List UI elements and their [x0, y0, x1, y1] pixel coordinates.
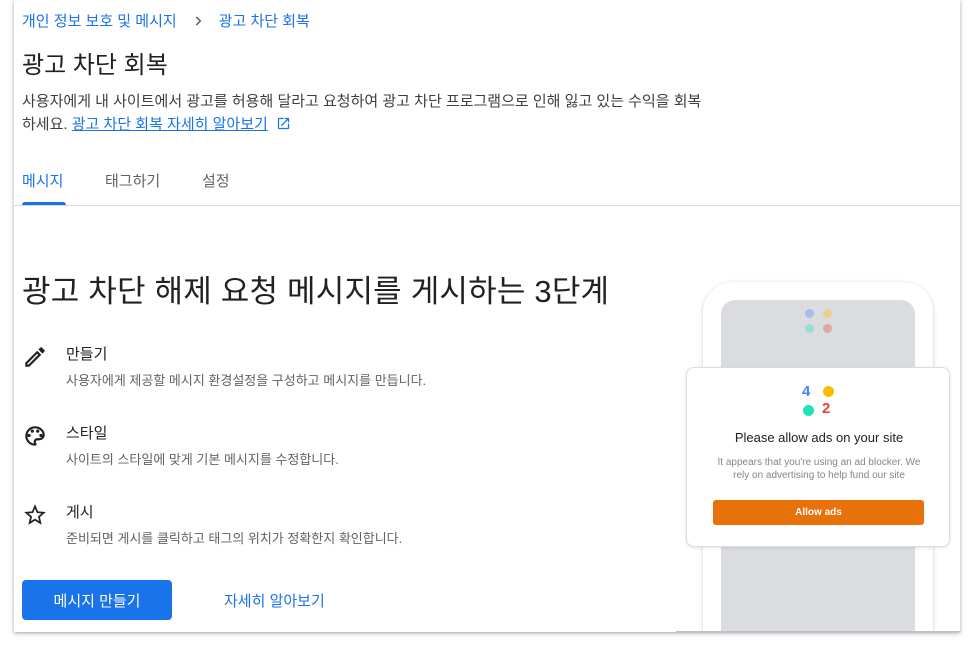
pencil-icon: [25, 347, 45, 367]
chevron-right-icon: [195, 15, 202, 26]
step-style: 스타일 사이트의 스타일에 맞게 기본 메시지를 수정합니다.: [22, 422, 339, 468]
section-title: 광고 차단 해제 요청 메시지를 게시하는 3단계: [22, 274, 610, 309]
breadcrumb-current-link[interactable]: 광고 차단 회복: [219, 10, 310, 31]
allow-ads-popup: 4 2 Please allow ads on your site It app…: [686, 367, 950, 547]
tab-tagging[interactable]: 태그하기: [105, 170, 160, 191]
breadcrumb-parent-link[interactable]: 개인 정보 보호 및 메시지: [22, 10, 177, 31]
step-title: 만들기: [66, 346, 108, 363]
faded-logo-dot: [823, 324, 832, 333]
page-title: 광고 차단 회복: [22, 52, 168, 79]
star-icon: [24, 504, 46, 525]
logo-green-dot: [803, 405, 814, 416]
popup-text: It appears that you're using an ad block…: [717, 457, 921, 481]
step-description: 준비되면 게시를 클릭하고 태그의 위치가 정확한지 확인합니다.: [66, 531, 403, 546]
open-in-new-icon[interactable]: [276, 116, 291, 131]
step-description: 사이트의 스타일에 맞게 기본 메시지를 수정합니다.: [66, 452, 339, 467]
faded-logo-dot: [805, 324, 814, 333]
tab-messages[interactable]: 메시지: [22, 170, 63, 191]
create-message-button[interactable]: 메시지 만들기: [22, 580, 172, 620]
learn-more-link[interactable]: 광고 차단 회복 자세히 알아보기: [72, 116, 268, 133]
logo-digit-two: 2: [822, 400, 831, 417]
faded-logo-dot: [823, 309, 832, 318]
step-title: 스타일: [66, 425, 108, 442]
logo-digit-four: 4: [802, 383, 811, 400]
tab-settings[interactable]: 설정: [202, 170, 230, 191]
tab-bar: 메시지 태그하기 설정: [14, 160, 960, 206]
faded-logo-dot: [805, 309, 814, 318]
divider: [676, 631, 960, 632]
breadcrumb: 개인 정보 보호 및 메시지 광고 차단 회복: [22, 10, 310, 31]
main-card: 개인 정보 보호 및 메시지 광고 차단 회복 광고 차단 회복 사용자에게 내…: [14, 0, 960, 632]
step-title: 게시: [66, 504, 94, 521]
logo-yellow-dot: [823, 386, 834, 397]
learn-more-button[interactable]: 자세히 알아보기: [224, 590, 325, 611]
palette-icon: [25, 426, 45, 446]
popup-title: Please allow ads on your site: [734, 430, 904, 445]
active-tab-indicator: [22, 202, 66, 205]
step-create: 만들기 사용자에게 제공할 메시지 환경설정을 구성하고 메시지를 만듭니다.: [22, 343, 426, 389]
allow-ads-button: Allow ads: [713, 500, 924, 525]
step-description: 사용자에게 제공할 메시지 환경설정을 구성하고 메시지를 만듭니다.: [66, 373, 427, 388]
step-publish: 게시 준비되면 게시를 클릭하고 태그의 위치가 정확한지 확인합니다.: [22, 501, 402, 547]
page-description: 사용자에게 내 사이트에서 광고를 허용해 달라고 요청하여 광고 차단 프로그…: [22, 90, 712, 136]
